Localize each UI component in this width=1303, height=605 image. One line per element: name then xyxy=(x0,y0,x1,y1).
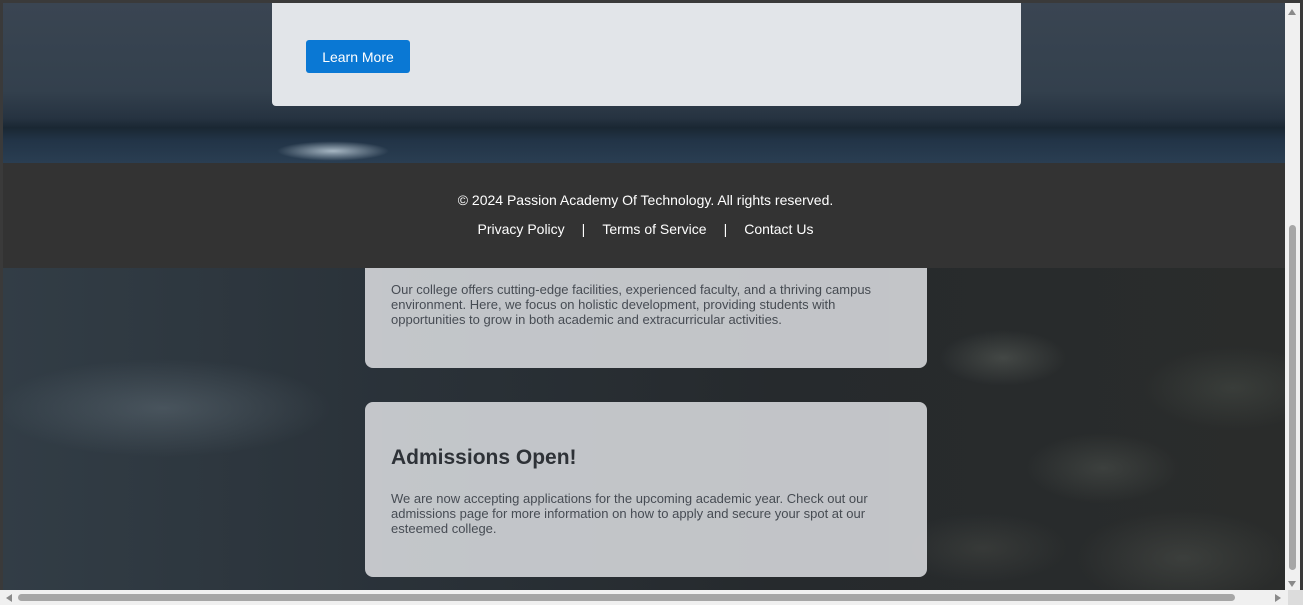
footer-separator: | xyxy=(581,221,586,237)
about-description: Our college offers cutting-edge faciliti… xyxy=(391,282,872,327)
privacy-policy-link[interactable]: Privacy Policy xyxy=(478,221,565,237)
footer-separator: | xyxy=(723,221,728,237)
horizontal-scroll-thumb[interactable] xyxy=(18,594,1235,601)
footer-links: Privacy Policy | Terms of Service | Cont… xyxy=(3,221,1288,237)
learn-more-button[interactable]: Learn More xyxy=(306,40,410,73)
admissions-title: Admissions Open! xyxy=(391,446,577,469)
scroll-left-arrow-icon[interactable] xyxy=(6,594,12,602)
horizontal-scrollbar[interactable] xyxy=(0,590,1303,605)
admissions-description: We are now accepting applications for th… xyxy=(391,491,868,536)
vertical-scroll-thumb[interactable] xyxy=(1289,225,1296,570)
vertical-scrollbar[interactable] xyxy=(1285,3,1300,593)
scroll-up-arrow-icon[interactable] xyxy=(1288,9,1296,15)
copyright-text: © 2024 Passion Academy Of Technology. Al… xyxy=(457,192,834,208)
scroll-right-arrow-icon[interactable] xyxy=(1275,594,1281,602)
scroll-down-arrow-icon[interactable] xyxy=(1288,581,1296,587)
admissions-card: Admissions Open! We are now accepting ap… xyxy=(365,402,927,577)
browser-viewport: Learn More © 2024 Passion Academy Of Tec… xyxy=(0,0,1303,605)
contact-us-link[interactable]: Contact Us xyxy=(744,221,813,237)
hero-card: Learn More xyxy=(272,3,1021,106)
scrollbar-corner xyxy=(1288,590,1303,605)
site-footer: © 2024 Passion Academy Of Technology. Al… xyxy=(3,163,1288,268)
terms-of-service-link[interactable]: Terms of Service xyxy=(602,221,706,237)
about-card: Our college offers cutting-edge faciliti… xyxy=(365,268,927,368)
